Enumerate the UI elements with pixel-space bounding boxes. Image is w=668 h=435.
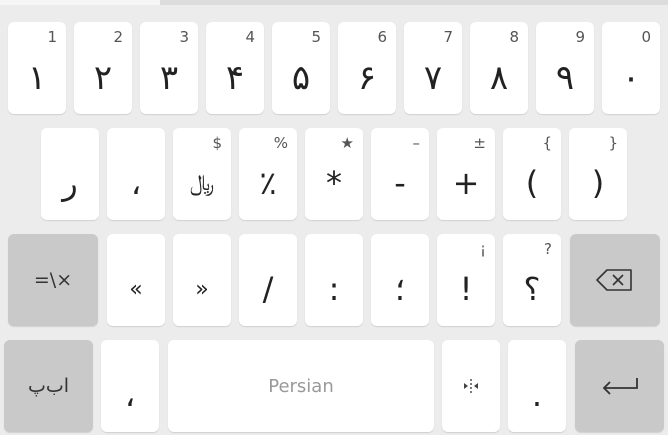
key-1[interactable]: 1 ۱ bbox=[8, 22, 66, 114]
key-period-label: . bbox=[531, 376, 543, 414]
alphabet-key-label: اب‌پ bbox=[27, 375, 70, 397]
key-reh[interactable]: ر bbox=[41, 128, 99, 220]
keyboard-row-4: اب‌پ ، Persian . bbox=[0, 340, 668, 432]
key-rial-label: ﷼ bbox=[189, 170, 215, 196]
key-question-label: ؟ bbox=[523, 270, 541, 308]
key-open-paren[interactable]: { ( bbox=[503, 128, 561, 220]
key-arabic-comma[interactable]: ، bbox=[107, 128, 165, 220]
key-plus-label: + bbox=[452, 164, 480, 202]
key-6-label: ۶ bbox=[357, 58, 377, 98]
zwnj-key[interactable] bbox=[442, 340, 500, 432]
key-9[interactable]: 9 ۹ bbox=[536, 22, 594, 114]
backspace-key[interactable] bbox=[570, 234, 660, 326]
key-colon[interactable]: : bbox=[305, 234, 363, 326]
key-percent[interactable]: % ٪ bbox=[239, 128, 297, 220]
key-2[interactable]: 2 ۲ bbox=[74, 22, 132, 114]
space-bar-label: Persian bbox=[268, 375, 334, 397]
keyboard-row-3: =\× « » / : ؛ ¡ ! ? ؟ bbox=[0, 234, 668, 326]
key-arabic-comma-label: ، bbox=[130, 164, 142, 202]
zero-width-non-joiner-icon bbox=[442, 340, 500, 432]
key-8-label: ۸ bbox=[489, 58, 509, 98]
key-question[interactable]: ? ؟ bbox=[503, 234, 561, 326]
key-right-guillemet[interactable]: » bbox=[173, 234, 231, 326]
alphabet-key[interactable]: اب‌پ bbox=[4, 340, 93, 432]
key-exclamation-label: ! bbox=[459, 270, 473, 308]
key-slash-label: / bbox=[262, 270, 274, 308]
more-symbols-label: =\× bbox=[33, 269, 73, 291]
key-5[interactable]: 5 ۵ bbox=[272, 22, 330, 114]
key-6[interactable]: 6 ۶ bbox=[338, 22, 396, 114]
key-colon-label: : bbox=[328, 270, 340, 308]
key-asterisk-label: * bbox=[326, 164, 342, 202]
key-5-label: ۵ bbox=[291, 58, 311, 98]
key-3-label: ۳ bbox=[159, 58, 179, 98]
key-left-guillemet-label: « bbox=[129, 276, 143, 302]
key-bottom-comma-label: ، bbox=[124, 376, 136, 414]
key-percent-label: ٪ bbox=[259, 164, 277, 202]
enter-icon-svg bbox=[602, 378, 638, 395]
enter-icon bbox=[575, 340, 664, 432]
key-0-label: ۰ bbox=[621, 58, 641, 98]
key-7[interactable]: 7 ۷ bbox=[404, 22, 462, 114]
backspace-icon-svg bbox=[596, 269, 632, 291]
key-close-paren-label: ) bbox=[591, 164, 605, 202]
key-minus-label: - bbox=[394, 164, 406, 202]
key-0[interactable]: 0 ۰ bbox=[602, 22, 660, 114]
key-open-paren-label: ( bbox=[525, 164, 539, 202]
key-3[interactable]: 3 ۳ bbox=[140, 22, 198, 114]
key-right-guillemet-label: » bbox=[195, 276, 209, 302]
key-4[interactable]: 4 ۴ bbox=[206, 22, 264, 114]
key-4-label: ۴ bbox=[225, 58, 245, 98]
top-tab bbox=[0, 0, 160, 5]
key-bottom-comma[interactable]: ، bbox=[101, 340, 159, 432]
backspace-icon bbox=[570, 234, 660, 326]
key-arabic-semicolon[interactable]: ؛ bbox=[371, 234, 429, 326]
key-reh-label: ر bbox=[62, 164, 78, 202]
key-2-label: ۲ bbox=[93, 58, 113, 98]
key-exclamation[interactable]: ¡ ! bbox=[437, 234, 495, 326]
key-9-label: ۹ bbox=[555, 58, 575, 98]
key-1-label: ۱ bbox=[27, 58, 47, 98]
zwnj-icon-svg bbox=[464, 379, 478, 393]
key-asterisk[interactable]: ★ * bbox=[305, 128, 363, 220]
key-slash[interactable]: / bbox=[239, 234, 297, 326]
key-period[interactable]: . bbox=[508, 340, 566, 432]
more-symbols-key[interactable]: =\× bbox=[8, 234, 98, 326]
top-strip bbox=[0, 0, 668, 5]
key-close-paren[interactable]: } ) bbox=[569, 128, 627, 220]
key-rial[interactable]: $ ﷼ bbox=[173, 128, 231, 220]
key-plus[interactable]: ± + bbox=[437, 128, 495, 220]
keyboard-row-1: 1 ۱ 2 ۲ 3 ۳ 4 ۴ 5 ۵ 6 ۶ 7 ۷ 8 ۸ 9 ۹ 0 ۰ bbox=[0, 22, 668, 114]
keyboard-row-2: ر ، $ ﷼ % ٪ ★ * – - ± + { ( } ) bbox=[0, 128, 668, 220]
enter-key[interactable] bbox=[575, 340, 664, 432]
key-minus[interactable]: – - bbox=[371, 128, 429, 220]
key-7-label: ۷ bbox=[423, 58, 443, 98]
key-left-guillemet[interactable]: « bbox=[107, 234, 165, 326]
space-bar[interactable]: Persian bbox=[168, 340, 434, 432]
key-8[interactable]: 8 ۸ bbox=[470, 22, 528, 114]
key-arabic-semicolon-label: ؛ bbox=[394, 270, 406, 308]
